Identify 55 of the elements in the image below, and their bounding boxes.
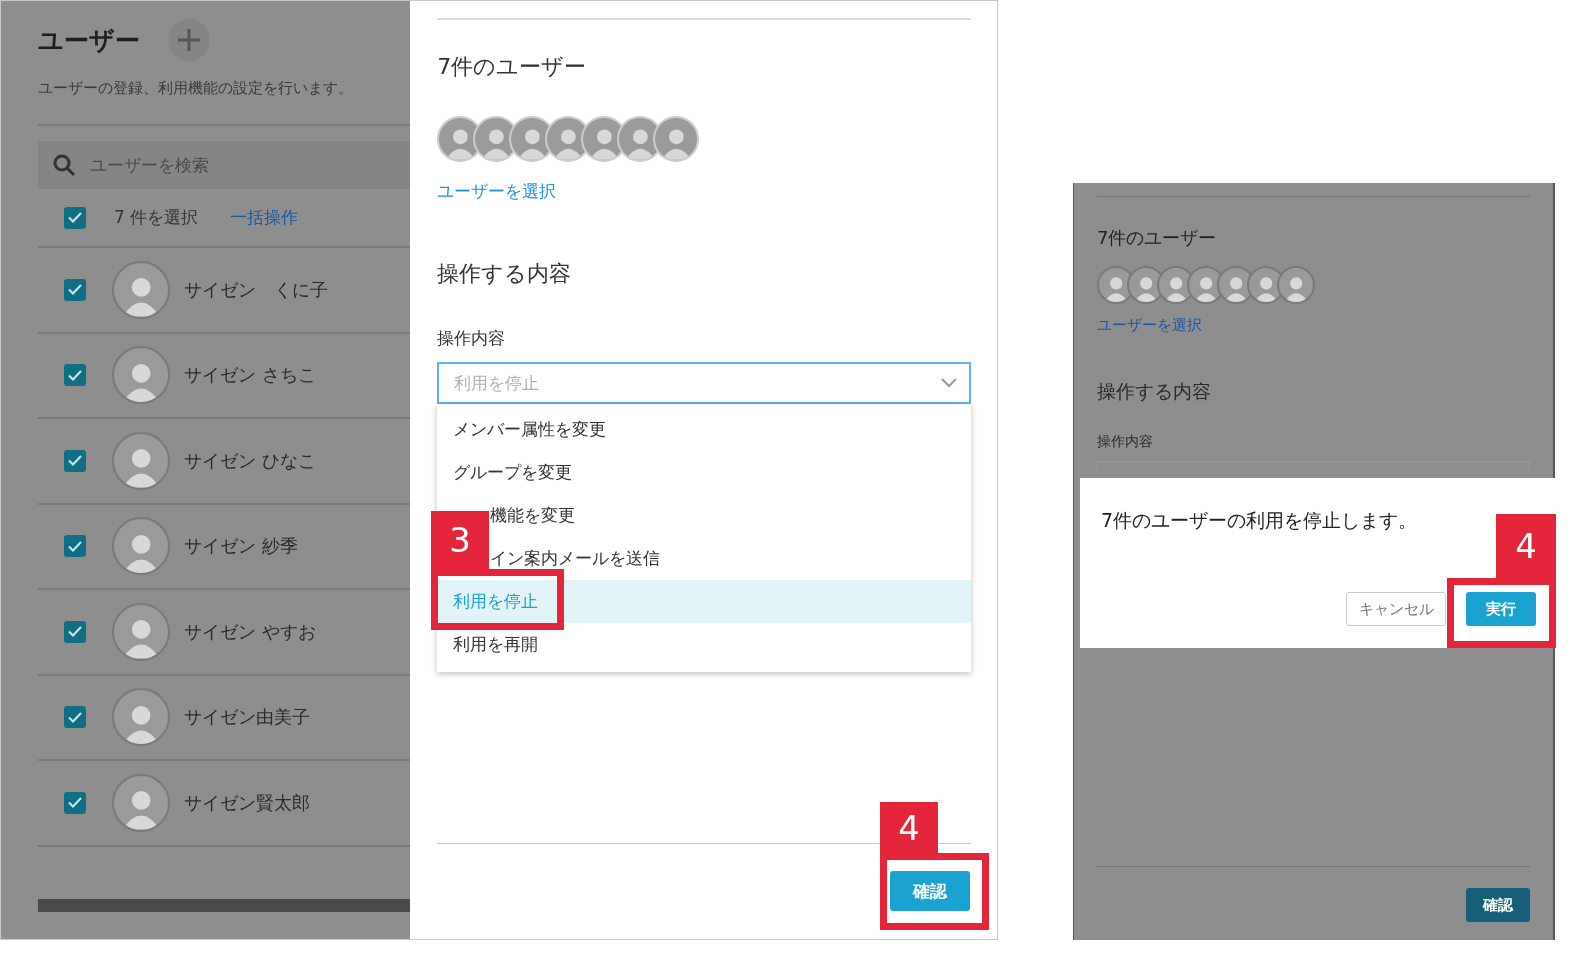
section-heading: 操作する内容 xyxy=(1097,379,1212,404)
plus-icon xyxy=(177,28,201,52)
avatar-placeholder xyxy=(1277,266,1315,304)
selected-count: 7 件を選択 xyxy=(114,206,199,229)
check-icon xyxy=(68,284,82,296)
check-icon xyxy=(68,455,82,467)
checkbox[interactable] xyxy=(64,206,86,229)
search-field[interactable]: ユーザーを検索 xyxy=(38,141,411,189)
confirm-button[interactable]: 確認 xyxy=(1466,888,1530,922)
search-icon xyxy=(52,153,76,177)
checkbox[interactable] xyxy=(64,706,86,729)
field-label: 操作内容 xyxy=(1097,433,1154,451)
dropdown-option[interactable]: メンバー属性を変更 xyxy=(453,418,607,441)
section-heading: 操作する内容 xyxy=(437,260,573,288)
user-name: サイゼン やすお xyxy=(184,619,316,644)
user-name: サイゼン 紗季 xyxy=(184,534,298,559)
dropdown-option[interactable]: イン案内メールを送信 xyxy=(490,547,661,570)
checkbox[interactable] xyxy=(64,620,86,643)
add-button[interactable] xyxy=(168,19,210,61)
checkbox[interactable] xyxy=(64,278,86,301)
user-name: サイゼン賢太郎 xyxy=(184,790,310,815)
step-badge: 4 xyxy=(1496,514,1556,578)
page-title: ユーザー xyxy=(38,24,140,57)
check-icon xyxy=(68,540,82,552)
check-icon xyxy=(68,797,82,809)
chevron-down-icon xyxy=(941,378,957,388)
field-label: 操作内容 xyxy=(437,327,507,350)
users-heading: 7件のユーザー xyxy=(437,53,588,81)
user-name: サイゼン さちこ xyxy=(184,363,316,388)
select-users-link[interactable]: ユーザーを選択 xyxy=(437,180,557,203)
check-icon xyxy=(68,626,82,638)
check-icon xyxy=(68,369,82,381)
checkbox[interactable] xyxy=(64,791,86,814)
check-icon xyxy=(68,711,82,723)
scrollbar[interactable] xyxy=(38,898,411,912)
users-heading: 7件のユーザー xyxy=(1097,226,1218,250)
user-name: サイゼン くに子 xyxy=(184,277,328,302)
cancel-button[interactable]: キャンセル xyxy=(1346,592,1446,626)
checkbox[interactable] xyxy=(64,364,86,387)
avatar-placeholder xyxy=(653,116,700,162)
dropdown-option[interactable]: 利用を停止 xyxy=(453,590,539,613)
user-name: サイゼン ひなこ xyxy=(184,448,316,473)
dropdown-option[interactable]: 利用を再開 xyxy=(453,633,539,656)
dropdown-option[interactable]: グループを変更 xyxy=(453,461,573,484)
execute-button[interactable]: 実行 xyxy=(1466,592,1536,626)
step-badge: 3 xyxy=(431,511,489,569)
user-name: サイゼン由美子 xyxy=(184,705,310,730)
checkbox[interactable] xyxy=(64,449,86,472)
checkbox[interactable] xyxy=(64,535,86,558)
page-description: ユーザーの登録、利用機能の設定を行います。 xyxy=(38,79,354,98)
step-badge: 4 xyxy=(880,802,938,853)
dialog-message: 7件のユーザーの利用を停止します。 xyxy=(1101,508,1419,533)
check-icon xyxy=(68,212,82,223)
confirm-button[interactable]: 確認 xyxy=(890,871,970,911)
dropdown-option[interactable]: 機能を変更 xyxy=(490,504,576,527)
